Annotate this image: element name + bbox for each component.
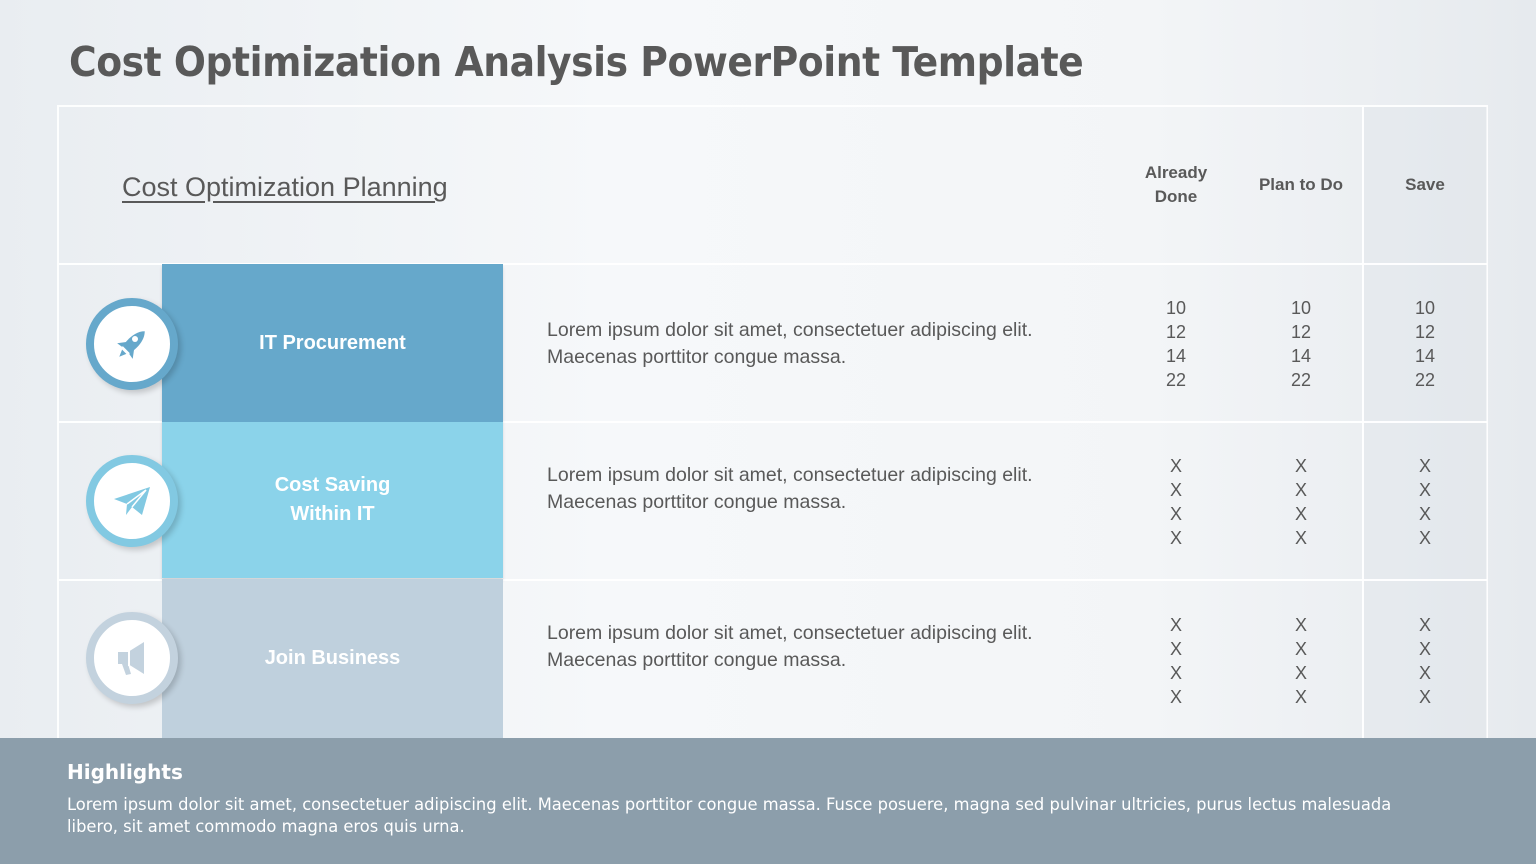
value-save: X X X X bbox=[1418, 615, 1431, 707]
highlights-footer: Highlights Lorem ipsum dolor sit amet, c… bbox=[0, 738, 1536, 864]
value-already-done: 10 12 14 22 bbox=[1165, 298, 1187, 390]
column-header-already-done: Already Done bbox=[1114, 160, 1238, 210]
value-plan-to-do: X X X X bbox=[1294, 615, 1307, 707]
value-plan-to-do: X X X X bbox=[1294, 456, 1307, 548]
category-block-join-business: Join Business bbox=[162, 579, 503, 738]
rocket-icon bbox=[117, 331, 145, 359]
category-label: IT Procurement bbox=[259, 331, 406, 354]
section-subtitle: Cost Optimization Planning bbox=[122, 172, 448, 202]
paper-plane-icon bbox=[114, 487, 150, 515]
column-header-label: Already Done bbox=[1144, 163, 1208, 206]
category-block-it-procurement: IT Procurement bbox=[162, 264, 503, 422]
slide-title: Cost Optimization Analysis PowerPoint Te… bbox=[69, 38, 1084, 86]
icon-badge bbox=[86, 612, 178, 704]
row-description: Lorem ipsum dolor sit amet, consectetuer… bbox=[547, 464, 1033, 513]
category-block-cost-saving: Cost Saving Within IT bbox=[162, 422, 503, 578]
highlights-title: Highlights bbox=[67, 760, 183, 784]
value-save: 10 12 14 22 bbox=[1414, 298, 1436, 390]
row-description: Lorem ipsum dolor sit amet, consectetuer… bbox=[547, 319, 1033, 368]
icon-badge bbox=[86, 298, 178, 390]
value-already-done: X X X X bbox=[1169, 456, 1182, 548]
column-header-plan-to-do: Plan to Do bbox=[1258, 175, 1344, 194]
value-save: X X X X bbox=[1418, 456, 1431, 548]
megaphone-icon bbox=[118, 642, 144, 675]
value-plan-to-do: 10 12 14 22 bbox=[1290, 298, 1312, 390]
icon-badge bbox=[86, 455, 178, 547]
row-description: Lorem ipsum dolor sit amet, consectetuer… bbox=[547, 622, 1033, 671]
column-header-save: Save bbox=[1405, 175, 1445, 194]
highlights-text: Lorem ipsum dolor sit amet, consectetuer… bbox=[67, 795, 1392, 837]
category-label: Join Business bbox=[264, 647, 401, 669]
value-already-done: X X X X bbox=[1169, 615, 1182, 707]
category-label: Cost Saving Within IT bbox=[274, 474, 391, 525]
